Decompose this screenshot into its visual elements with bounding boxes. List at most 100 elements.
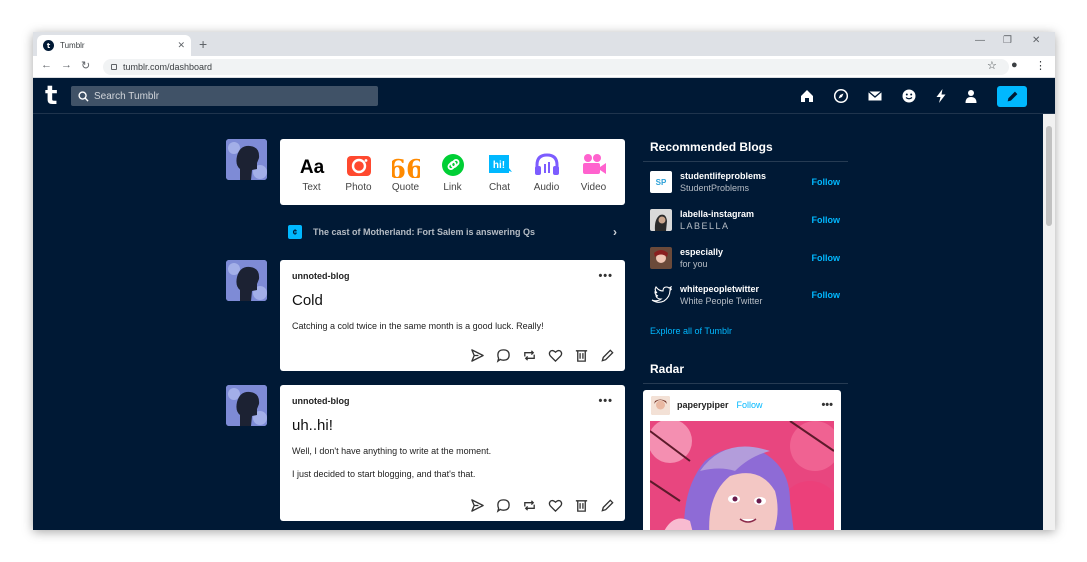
follow-button[interactable]: Follow <box>812 215 841 225</box>
post-type-label: Chat <box>488 181 511 193</box>
recommended-blog-item[interactable]: SP studentlifeproblems StudentProblems F… <box>650 167 840 197</box>
post-type-photo[interactable]: Photo <box>337 152 381 193</box>
post-type-bar: Aa Text Photo 66 Quote Link hi! Chat Aud… <box>280 139 625 205</box>
inbox-mail-icon[interactable] <box>867 88 883 104</box>
blog-avatar: SP <box>650 171 672 193</box>
link-icon <box>441 153 464 176</box>
blog-name: labella-instagram <box>680 209 755 219</box>
menu-kebab-icon[interactable]: ⋮ <box>1035 59 1046 72</box>
post-type-label: Quote <box>391 181 420 193</box>
radar-blog-name[interactable]: paperypiper <box>677 400 729 410</box>
minimize-icon[interactable]: — <box>975 35 985 46</box>
recommended-blog-item[interactable]: whitepeopletwitter White People Twitter … <box>650 280 840 310</box>
radar-options-icon[interactable]: ••• <box>821 399 833 411</box>
communities-banner[interactable]: ¢ The cast of Motherland: Fort Salem is … <box>280 220 625 244</box>
blog-name: studentlifeproblems <box>680 171 767 181</box>
svg-text:hi!: hi! <box>492 160 504 171</box>
post-avatar[interactable] <box>226 260 267 301</box>
forward-icon[interactable]: → <box>61 59 72 71</box>
delete-trash-icon[interactable] <box>574 348 589 363</box>
browser-tab[interactable]: t Tumblr ✕ <box>37 35 191 56</box>
tumblr-logo[interactable]: t <box>45 81 57 111</box>
address-bar[interactable]: tumblr.com/dashboard <box>103 59 1009 75</box>
like-heart-icon[interactable] <box>548 498 563 513</box>
post-blog-name[interactable]: unnoted-blog <box>292 396 349 406</box>
share-send-icon[interactable] <box>470 498 485 513</box>
follow-button[interactable]: Follow <box>812 290 841 300</box>
recommended-blogs-title: Recommended Blogs <box>650 140 773 154</box>
scrollbar-thumb[interactable] <box>1046 126 1052 226</box>
edit-pencil-icon[interactable] <box>600 498 615 513</box>
edit-pencil-icon[interactable] <box>600 348 615 363</box>
post-type-chat[interactable]: hi! Chat <box>478 152 522 193</box>
post-type-label: Link <box>443 181 462 193</box>
back-icon[interactable]: ← <box>41 59 52 71</box>
post-avatar[interactable] <box>226 385 267 426</box>
recommended-blog-item[interactable]: labella-instagram LABELLA Follow <box>650 205 840 235</box>
post-card: unnoted-blog ••• Cold Catching a cold tw… <box>280 260 625 371</box>
radar-post-card: paperypiper Follow ••• <box>643 390 841 530</box>
search-box[interactable] <box>71 86 378 106</box>
reply-icon[interactable] <box>496 348 511 363</box>
post-type-link[interactable]: Link <box>431 152 475 193</box>
bookmark-star-icon[interactable]: ☆ <box>987 59 997 72</box>
post-paragraph: Well, I don't have anything to write at … <box>292 446 492 456</box>
post-body: Catching a cold twice in the same month … <box>292 320 613 332</box>
post-type-label: Photo <box>345 181 372 193</box>
post-title: uh..hi! <box>292 417 333 434</box>
radar-follow-button[interactable]: Follow <box>737 400 763 410</box>
blog-avatar <box>650 209 672 231</box>
post-type-quote[interactable]: 66 Quote <box>384 152 428 193</box>
blog-name: especially <box>680 247 724 257</box>
blog-subtitle: StudentProblems <box>680 183 750 193</box>
delete-trash-icon[interactable] <box>574 498 589 513</box>
radar-artwork-image[interactable] <box>650 421 834 530</box>
tab-title: Tumblr <box>60 41 85 50</box>
activity-lightning-icon[interactable] <box>933 88 949 104</box>
post-type-text[interactable]: Aa Text <box>290 152 334 193</box>
twitter-bird-icon <box>650 284 672 306</box>
messaging-smiley-icon[interactable] <box>901 88 917 104</box>
explore-compass-icon[interactable] <box>833 88 849 104</box>
follow-button[interactable]: Follow <box>812 253 841 263</box>
post-blog-name[interactable]: unnoted-blog <box>292 271 349 281</box>
reblog-icon[interactable] <box>522 498 537 513</box>
home-icon[interactable] <box>799 88 815 104</box>
new-tab-icon[interactable]: + <box>199 36 207 52</box>
lock-icon <box>111 64 117 70</box>
compose-button[interactable] <box>997 86 1027 107</box>
reply-icon[interactable] <box>496 498 511 513</box>
post-type-label: Video <box>580 181 607 193</box>
user-avatar[interactable] <box>226 139 267 180</box>
text-aa-icon: Aa <box>299 157 324 178</box>
post-body: Well, I don't have anything to write at … <box>292 445 613 480</box>
account-person-icon[interactable] <box>963 88 979 104</box>
svg-text:Aa: Aa <box>299 157 324 178</box>
tumblr-favicon-icon: t <box>43 40 54 51</box>
post-options-icon[interactable]: ••• <box>598 270 613 282</box>
headphones-icon <box>534 152 559 175</box>
post-type-video[interactable]: Video <box>572 152 616 193</box>
explore-all-link[interactable]: Explore all of Tumblr <box>650 326 732 336</box>
blog-name: whitepeopletwitter <box>680 284 760 294</box>
radar-title: Radar <box>650 362 685 376</box>
blog-subtitle: for you <box>680 259 708 269</box>
recommended-blog-item[interactable]: especially for you Follow <box>650 243 840 273</box>
reload-icon[interactable]: ↻ <box>81 59 90 72</box>
post-type-label: Text <box>302 181 321 193</box>
reblog-icon[interactable] <box>522 348 537 363</box>
profile-icon[interactable]: ● <box>1011 59 1018 71</box>
post-type-audio[interactable]: Audio <box>525 152 569 193</box>
like-heart-icon[interactable] <box>548 348 563 363</box>
close-window-icon[interactable]: ✕ <box>1032 35 1040 46</box>
close-tab-icon[interactable]: ✕ <box>177 40 185 51</box>
post-actions <box>470 348 615 363</box>
radar-blog-avatar[interactable] <box>651 395 670 415</box>
restore-icon[interactable]: ❐ <box>1003 35 1012 46</box>
follow-button[interactable]: Follow <box>812 177 841 187</box>
search-input[interactable] <box>94 90 354 102</box>
share-send-icon[interactable] <box>470 348 485 363</box>
page-scrollbar[interactable] <box>1043 114 1055 530</box>
post-paragraph: Catching a cold twice in the same month … <box>292 321 544 331</box>
post-options-icon[interactable]: ••• <box>598 395 613 407</box>
